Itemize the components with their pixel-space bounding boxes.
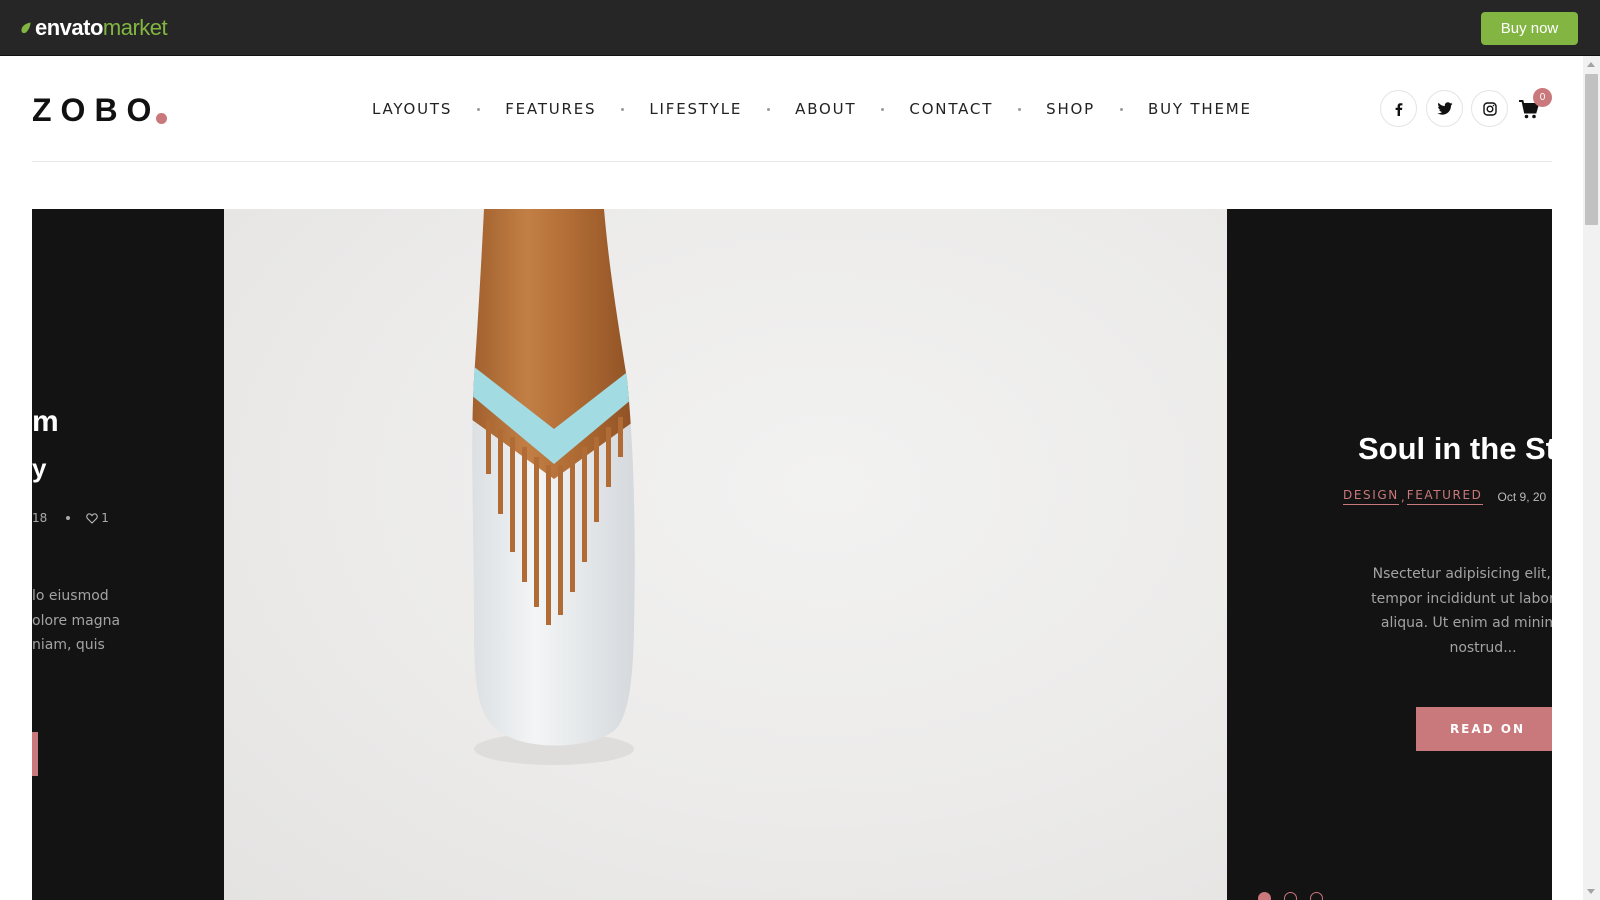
- slide-left-panel: m y 18 1 lo eiusmod olore magna niam, qu…: [32, 209, 224, 900]
- left-slide-excerpt: lo eiusmod olore magna niam, quis: [32, 584, 120, 658]
- slider-pagination: [1258, 892, 1323, 900]
- twitter-icon: [1437, 101, 1452, 115]
- category-separator: ,: [1400, 489, 1405, 504]
- envato-market-logo[interactable]: envato market: [20, 15, 168, 41]
- market-logo-text: market: [102, 15, 168, 40]
- paddle-illustration: [472, 209, 635, 765]
- read-on-button[interactable]: READ ON: [1416, 707, 1552, 751]
- nav-item-buy-theme[interactable]: BUY THEME: [1148, 100, 1252, 118]
- heart-icon: [86, 512, 99, 524]
- nav-separator: [1120, 107, 1124, 111]
- nav-separator: [477, 107, 481, 111]
- nav-item-features[interactable]: FEATURES: [505, 100, 596, 118]
- left-read-on-button[interactable]: [32, 732, 38, 776]
- main-nav: LAYOUTS FEATURES LIFESTYLE ABOUT CONTACT…: [372, 96, 1252, 122]
- nav-item-contact[interactable]: CONTACT: [909, 100, 993, 118]
- header-divider: [32, 161, 1552, 162]
- nav-item-shop[interactable]: SHOP: [1046, 100, 1095, 118]
- scroll-down-arrow-icon[interactable]: [1587, 889, 1595, 894]
- left-slide-title-line1[interactable]: m: [32, 405, 59, 439]
- right-slide-meta: DESIGN , FEATURED Oct 9, 20: [1343, 488, 1546, 505]
- envato-top-bar: envato market Buy now: [0, 0, 1600, 56]
- left-slide-title-line2[interactable]: y: [32, 453, 46, 484]
- facebook-icon: [1395, 102, 1402, 116]
- twitter-button[interactable]: [1426, 90, 1463, 127]
- nav-item-layouts[interactable]: LAYOUTS: [372, 100, 452, 118]
- instagram-button[interactable]: [1471, 90, 1508, 127]
- site-logo[interactable]: ZOBO: [32, 92, 160, 129]
- right-slide-title[interactable]: Soul in the Sto: [1358, 431, 1552, 467]
- nav-separator: [1018, 107, 1022, 111]
- nav-item-lifestyle[interactable]: LIFESTYLE: [649, 100, 742, 118]
- left-slide-date: 18: [32, 511, 48, 525]
- nav-separator: [881, 107, 885, 111]
- category-link-design[interactable]: DESIGN: [1343, 488, 1399, 505]
- nav-separator: [767, 107, 771, 111]
- nav-separator: [621, 107, 625, 111]
- logo-dot: [156, 113, 167, 124]
- category-link-featured[interactable]: FEATURED: [1406, 488, 1483, 505]
- excerpt-line: olore magna: [32, 612, 121, 629]
- featured-slider: m y 18 1 lo eiusmod olore magna niam, qu…: [32, 209, 1552, 900]
- excerpt-line: niam, quis: [32, 637, 105, 653]
- excerpt-line: lo eiusmod: [32, 588, 109, 604]
- meta-separator: [66, 516, 71, 520]
- instagram-icon: [1482, 101, 1497, 116]
- pager-dot-3[interactable]: [1310, 892, 1323, 900]
- facebook-button[interactable]: [1380, 90, 1417, 127]
- right-slide-excerpt: Nsectetur adipisicing elit, sed d tempor…: [1371, 566, 1552, 656]
- slide-featured-image[interactable]: [224, 209, 1227, 900]
- envato-logo-text: envato: [35, 15, 103, 40]
- left-slide-meta: 18 1: [32, 511, 109, 525]
- scroll-up-arrow-icon[interactable]: [1587, 62, 1595, 67]
- cart-count-badge: 0: [1533, 88, 1552, 107]
- leaf-icon: [21, 22, 31, 34]
- right-slide-date: Oct 9, 20: [1497, 489, 1547, 504]
- pager-dot-1[interactable]: [1258, 892, 1271, 900]
- nav-item-about[interactable]: ABOUT: [795, 100, 856, 118]
- likes-counter[interactable]: 1: [86, 511, 109, 525]
- buy-now-button[interactable]: Buy now: [1481, 12, 1578, 45]
- pager-dot-2[interactable]: [1284, 892, 1297, 900]
- slide-right-panel: Soul in the Sto DESIGN , FEATURED Oct 9,…: [1227, 209, 1552, 900]
- scrollbar-thumb[interactable]: [1585, 74, 1598, 225]
- likes-count: 1: [101, 511, 109, 525]
